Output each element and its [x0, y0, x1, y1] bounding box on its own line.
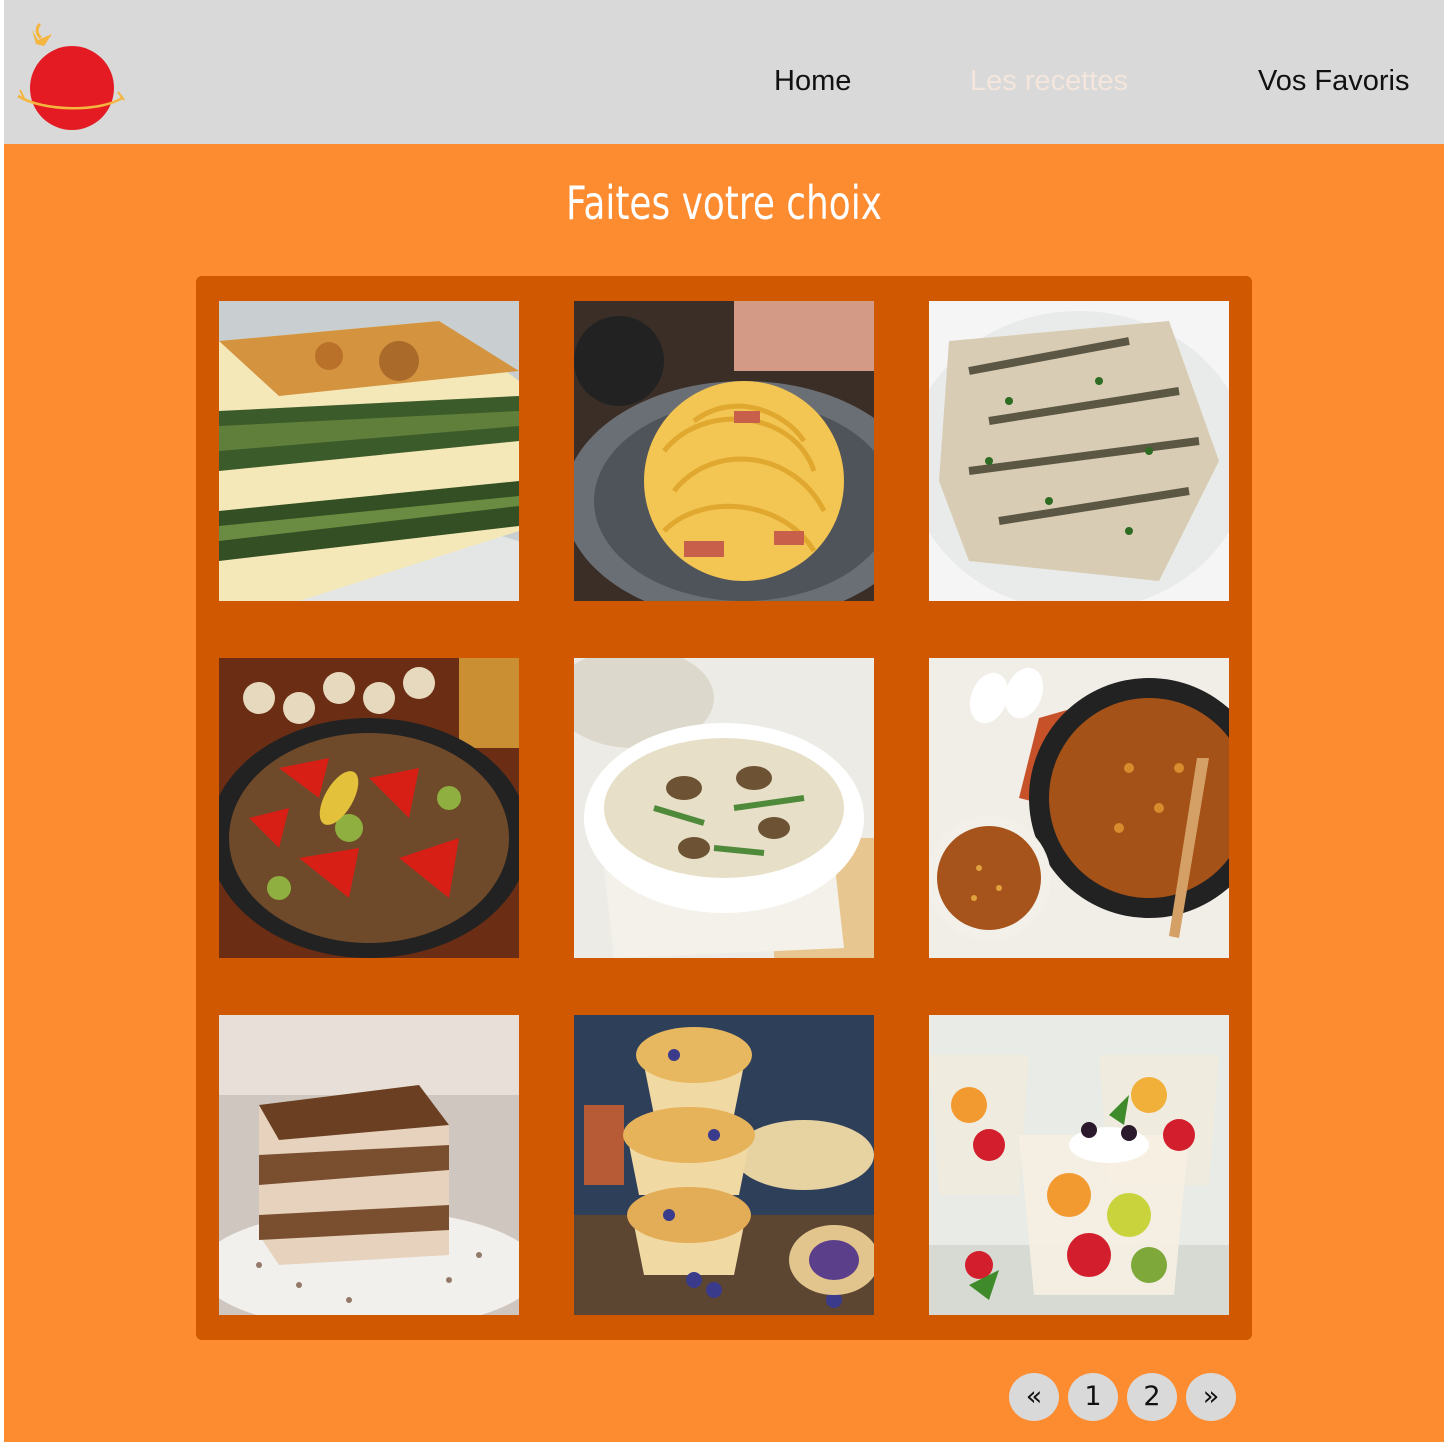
recipe-image [929, 658, 1229, 958]
recipe-card-risotto[interactable] [574, 658, 874, 958]
recipe-image [219, 1015, 519, 1315]
recipe-card-chicken[interactable] [929, 301, 1229, 601]
recipe-image [574, 1015, 874, 1315]
recipe-grid [196, 276, 1252, 1340]
recipe-image [574, 301, 874, 601]
pagination-prev-button[interactable]: « [1009, 1373, 1059, 1421]
recipe-card-ratatouille[interactable] [219, 658, 519, 958]
pagination-next-button[interactable]: » [1186, 1373, 1236, 1421]
recipe-image [929, 301, 1229, 601]
recipe-card-lentil-soup[interactable] [929, 658, 1229, 958]
recipe-card-tiramisu[interactable] [219, 1015, 519, 1315]
page-title: Faites votre choix [566, 176, 882, 230]
recipe-card-fruit-salad[interactable] [929, 1015, 1229, 1315]
nav-favoris-link[interactable]: Vos Favoris [1258, 62, 1410, 100]
recipe-image [219, 301, 519, 601]
recipe-image [219, 658, 519, 958]
page: Home Les recettes Vos Favoris Faites vot… [4, 0, 1444, 1442]
recipe-card-muffins[interactable] [574, 1015, 874, 1315]
pagination-page-1-button[interactable]: 1 [1068, 1373, 1118, 1421]
header: Home Les recettes Vos Favoris [4, 0, 1444, 144]
recipe-image [574, 658, 874, 958]
recipe-card-carbonara[interactable] [574, 301, 874, 601]
recipe-card-lasagna[interactable] [219, 301, 519, 601]
nav-home-link[interactable]: Home [774, 62, 851, 100]
pagination-page-2-button[interactable]: 2 [1127, 1373, 1177, 1421]
recipe-image [929, 1015, 1229, 1315]
nav-recettes-link[interactable]: Les recettes [970, 62, 1128, 100]
tomato-logo-icon[interactable] [14, 20, 126, 132]
